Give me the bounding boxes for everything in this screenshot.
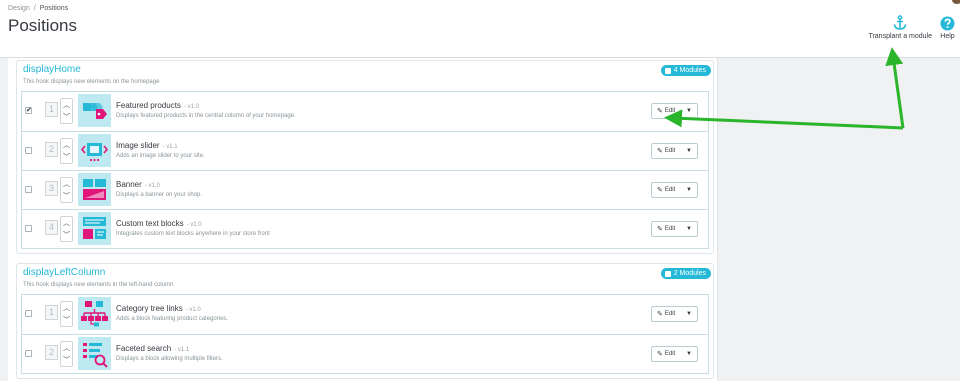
annotation-arrows (664, 47, 905, 130)
arrow-to-edit (664, 109, 904, 130)
arrow-to-transplant (885, 47, 905, 129)
